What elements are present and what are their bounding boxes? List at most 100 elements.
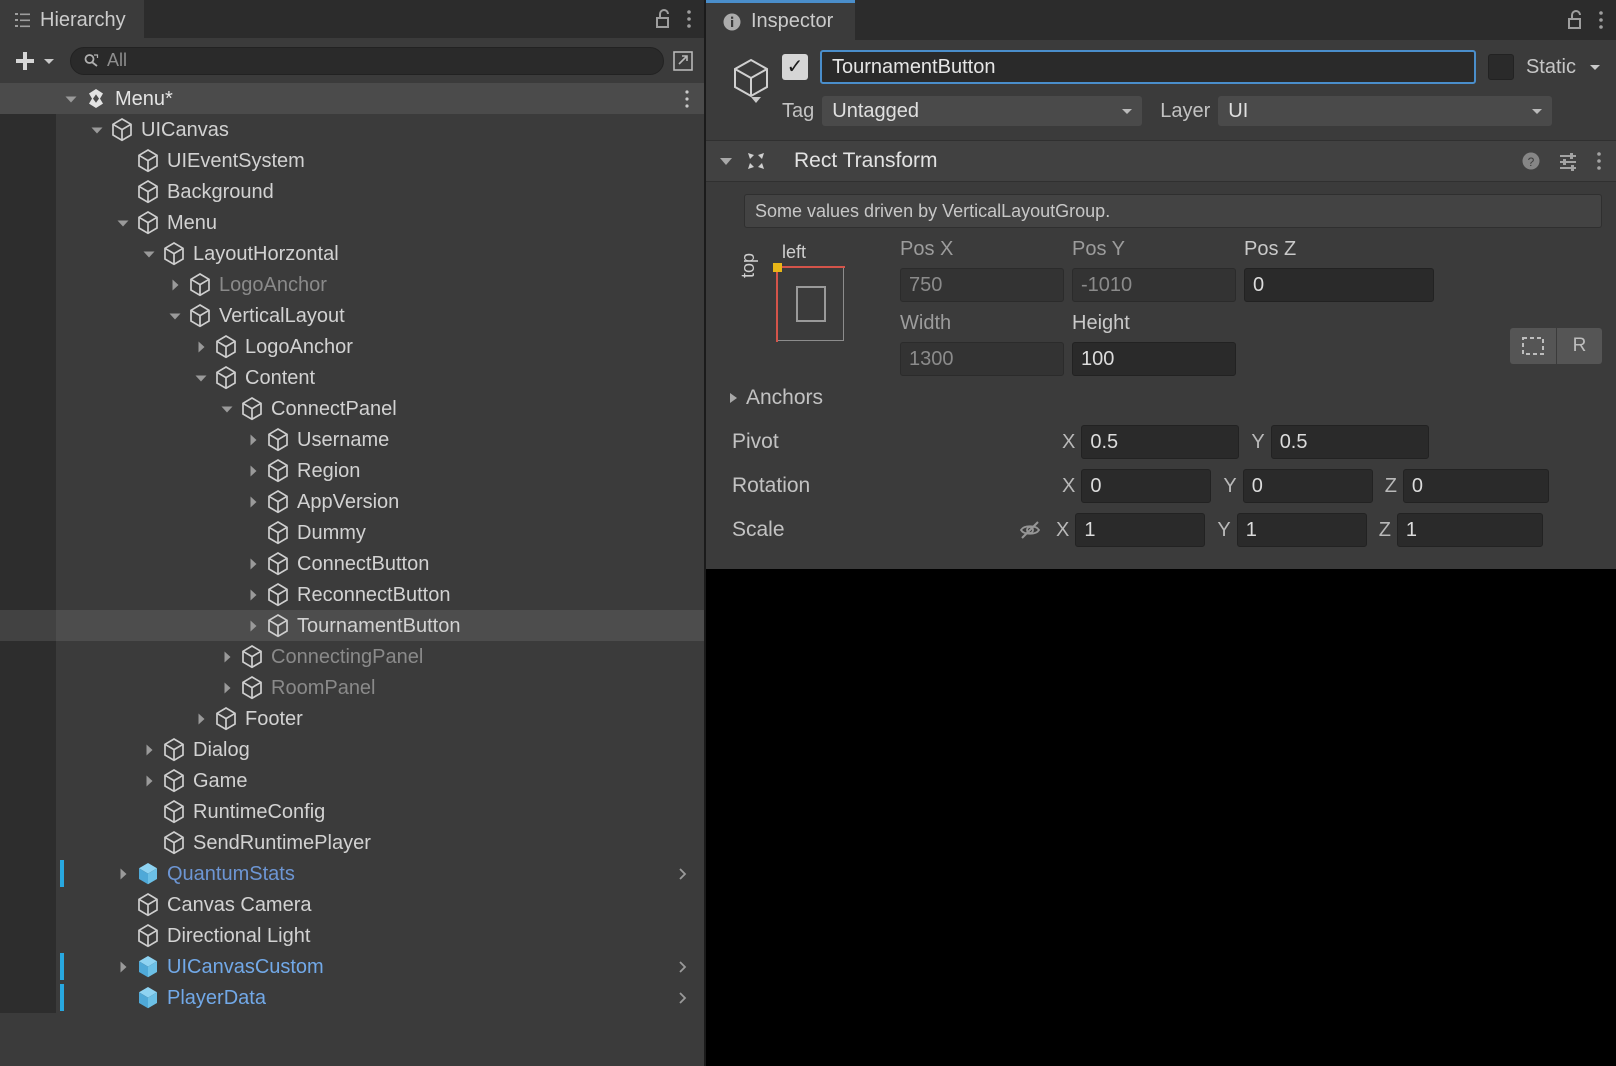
raw-edit-mode-button[interactable]: R: [1556, 328, 1602, 364]
foldout-collapsed-icon[interactable]: [112, 959, 134, 975]
foldout-expanded-icon[interactable]: [60, 91, 82, 107]
tag-dropdown[interactable]: Untagged: [822, 96, 1142, 126]
tab-hierarchy[interactable]: Hierarchy: [0, 0, 144, 38]
hierarchy-row[interactable]: UIEventSystem: [0, 145, 704, 176]
foldout-collapsed-icon[interactable]: [164, 277, 186, 293]
foldout-collapsed-icon[interactable]: [190, 339, 212, 355]
foldout-arrow-icon[interactable]: [718, 153, 734, 169]
hierarchy-row[interactable]: UICanvasCustom: [0, 951, 704, 982]
blueprint-mode-button[interactable]: [1510, 328, 1556, 364]
hierarchy-row[interactable]: LogoAnchor: [0, 269, 704, 300]
pivot-x-axis-label: X: [1062, 431, 1075, 454]
search-field[interactable]: [70, 47, 664, 75]
foldout-expanded-icon[interactable]: [190, 370, 212, 386]
open-prefab-chevron-icon[interactable]: [676, 858, 690, 889]
unlock-icon[interactable]: [654, 8, 674, 30]
hierarchy-row[interactable]: AppVersion: [0, 486, 704, 517]
rotation-x-input[interactable]: 0: [1081, 469, 1211, 503]
foldout-collapsed-icon[interactable]: [216, 680, 238, 696]
anchors-arrow-icon[interactable]: [726, 391, 740, 405]
foldout-expanded-icon[interactable]: [112, 215, 134, 231]
foldout-collapsed-icon[interactable]: [242, 618, 264, 634]
hierarchy-row[interactable]: UICanvas: [0, 114, 704, 145]
hierarchy-row[interactable]: RuntimeConfig: [0, 796, 704, 827]
hierarchy-row[interactable]: SendRuntimePlayer: [0, 827, 704, 858]
pos-x-input[interactable]: 750: [900, 268, 1064, 302]
foldout-collapsed-icon[interactable]: [112, 866, 134, 882]
foldout-expanded-icon[interactable]: [138, 246, 160, 262]
foldout-collapsed-icon[interactable]: [242, 463, 264, 479]
kebab-menu-icon[interactable]: [686, 8, 692, 30]
hierarchy-row[interactable]: RoomPanel: [0, 672, 704, 703]
foldout-collapsed-icon[interactable]: [138, 742, 160, 758]
kebab-menu-icon[interactable]: [1598, 9, 1604, 31]
height-input[interactable]: 100: [1072, 342, 1236, 376]
foldout-expanded-icon[interactable]: [216, 401, 238, 417]
foldout-collapsed-icon[interactable]: [242, 494, 264, 510]
anchors-foldout[interactable]: Anchors: [706, 376, 1616, 420]
static-checkbox[interactable]: [1488, 54, 1514, 80]
hierarchy-row[interactable]: Directional Light: [0, 920, 704, 951]
hierarchy-row[interactable]: ConnectButton: [0, 548, 704, 579]
hierarchy-row[interactable]: Content: [0, 362, 704, 393]
hierarchy-row[interactable]: Region: [0, 455, 704, 486]
rotation-z-input[interactable]: 0: [1403, 469, 1549, 503]
rect-transform-component-header[interactable]: Rect Transform ?: [706, 140, 1616, 182]
scale-y-input[interactable]: 1: [1237, 513, 1367, 547]
hierarchy-tree[interactable]: Menu*UICanvasUIEventSystem Background Menu…: [0, 83, 704, 1066]
hierarchy-row[interactable]: TournamentButton: [0, 610, 704, 641]
pos-z-input[interactable]: 0: [1244, 268, 1434, 302]
pivot-x-input[interactable]: 0.5: [1081, 425, 1239, 459]
open-prefab-chevron-icon[interactable]: [676, 982, 690, 1013]
layer-dropdown[interactable]: UI: [1218, 96, 1552, 126]
hierarchy-row[interactable]: VerticalLayout: [0, 300, 704, 331]
expand-window-button[interactable]: [668, 46, 698, 76]
gameobject-enabled-checkbox[interactable]: ✓: [782, 54, 808, 80]
rotation-y-input[interactable]: 0: [1243, 469, 1373, 503]
scale-x-input[interactable]: 1: [1075, 513, 1205, 547]
foldout-collapsed-icon[interactable]: [242, 556, 264, 572]
hierarchy-row-label: Background: [167, 182, 274, 202]
static-caret-icon[interactable]: [1588, 60, 1602, 74]
hierarchy-row[interactable]: LogoAnchor: [0, 331, 704, 362]
icon-dropdown-caret[interactable]: [750, 94, 762, 106]
hierarchy-row[interactable]: Dummy: [0, 517, 704, 548]
foldout-collapsed-icon[interactable]: [190, 711, 212, 727]
hierarchy-row[interactable]: Background: [0, 176, 704, 207]
search-input[interactable]: [107, 50, 651, 71]
open-prefab-chevron-icon[interactable]: [676, 951, 690, 982]
pos-y-input[interactable]: -1010: [1072, 268, 1236, 302]
foldout-expanded-icon[interactable]: [86, 122, 108, 138]
hierarchy-row[interactable]: QuantumStats: [0, 858, 704, 889]
create-object-button[interactable]: [8, 48, 60, 74]
hierarchy-row[interactable]: Menu*: [0, 83, 704, 114]
foldout-collapsed-icon[interactable]: [216, 649, 238, 665]
gameobject-name-input[interactable]: [820, 50, 1476, 84]
hierarchy-row[interactable]: Canvas Camera: [0, 889, 704, 920]
hierarchy-row[interactable]: ReconnectButton: [0, 579, 704, 610]
tab-inspector[interactable]: Inspector: [706, 0, 855, 40]
help-icon[interactable]: ?: [1520, 150, 1542, 172]
foldout-collapsed-icon[interactable]: [242, 432, 264, 448]
scale-z-input[interactable]: 1: [1397, 513, 1543, 547]
hierarchy-row[interactable]: LayoutHorzontal: [0, 238, 704, 269]
hierarchy-row[interactable]: Game: [0, 765, 704, 796]
anchor-preset-widget[interactable]: left top: [720, 238, 900, 358]
hierarchy-row[interactable]: PlayerData: [0, 982, 704, 1013]
kebab-menu-icon[interactable]: [1596, 150, 1602, 172]
foldout-collapsed-icon[interactable]: [242, 587, 264, 603]
pivot-y-input[interactable]: 0.5: [1271, 425, 1429, 459]
hierarchy-row[interactable]: Menu: [0, 207, 704, 238]
constrain-proportions-off-icon[interactable]: [1018, 518, 1042, 542]
hierarchy-row[interactable]: Dialog: [0, 734, 704, 765]
hierarchy-row[interactable]: ConnectPanel: [0, 393, 704, 424]
preset-settings-icon[interactable]: [1558, 150, 1580, 172]
hierarchy-row[interactable]: Footer: [0, 703, 704, 734]
unlock-icon[interactable]: [1566, 9, 1586, 31]
foldout-collapsed-icon[interactable]: [138, 773, 160, 789]
hierarchy-row[interactable]: Username: [0, 424, 704, 455]
hierarchy-row[interactable]: ConnectingPanel: [0, 641, 704, 672]
foldout-expanded-icon[interactable]: [164, 308, 186, 324]
scene-kebab-menu-icon[interactable]: [684, 83, 690, 114]
width-input[interactable]: 1300: [900, 342, 1064, 376]
